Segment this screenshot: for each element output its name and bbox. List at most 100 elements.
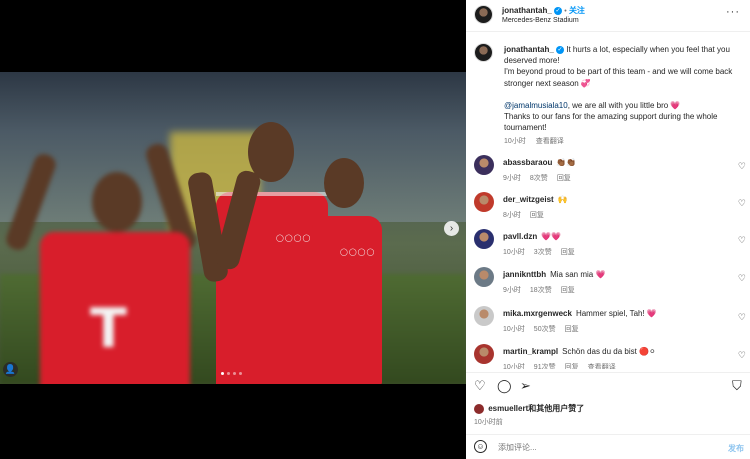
comment-line: pavll.dzn 💗💗 [503,232,561,241]
comment-time: 9小时 [503,287,521,294]
comment-time: 10小时 [503,249,525,256]
comment-like-heart-icon[interactable]: ♡ [738,312,746,323]
comment-likes-count[interactable]: 91次赞 [534,362,556,369]
caption-time: 10小时 [504,138,526,146]
comment-time: 10小时 [503,326,525,333]
carousel-next-button[interactable]: › [444,221,459,236]
comment-line: janniknttbh Mia san mia 💗 [503,270,605,279]
commenter-avatar[interactable] [474,267,494,287]
caption-line-2: I'm beyond proud to be part of this team… [504,67,733,88]
comment-composer: ☺ 发布 [466,434,750,459]
comment-line: abassbaraou 👏🏾👏🏾 [503,158,576,167]
comment-item: janniknttbh Mia san mia 💗 9小时 18次赞 回复 ♡ [466,267,750,305]
send-icon[interactable]: ➢ [520,379,531,393]
comment-likes-count[interactable]: 50次赞 [534,324,556,334]
verified-badge-icon: ✓ [556,45,565,54]
comment-like-heart-icon[interactable]: ♡ [738,235,746,246]
liker-username[interactable]: esmuellert [488,404,528,413]
caption-line-3: , we are all with you little bro 💗 [567,100,681,110]
carousel-dots [221,372,242,375]
comment-reply-button[interactable]: 回复 [561,247,575,257]
comment-item: der_witzgeist 🙌 8小时 回复 ♡ [466,192,750,230]
comment-item: mika.mxrgenweck Hammer spiel, Tah! 💗 10小时 5… [466,306,750,344]
comment-text: 💗💗 [541,232,562,241]
player-right: ◯◯◯◯ [302,158,392,384]
comment-text: 👏🏾👏🏾 [556,158,577,167]
carousel-dot[interactable] [239,372,242,375]
comment-meta: 8小时 回复 [503,210,544,220]
header-separator: • [564,8,567,15]
post-header: jonathantah_ ✓ • 关注 Mercedes-Benz Stadiu… [466,0,750,32]
commenter-avatar[interactable] [474,155,494,175]
bookmark-icon[interactable]: ⛉ [732,379,742,393]
follow-button[interactable]: 关注 [569,6,585,15]
commenter-avatar[interactable] [474,306,494,326]
comment-reply-button[interactable]: 回复 [561,285,575,295]
smiley-icon[interactable]: ☺ [474,440,487,453]
commenter-username[interactable]: abassbaraou [503,158,552,167]
comment-likes-count[interactable]: 3次赞 [534,247,552,257]
player-left: T [3,112,200,384]
more-options-icon[interactable]: ··· [726,6,740,18]
carousel-dot[interactable] [233,372,236,375]
comment-time: 10小时 [503,364,525,369]
comment-reply-button[interactable]: 回复 [565,324,579,334]
heart-outline-icon[interactable]: ♡ [474,379,486,393]
caption-line-4: Thanks to our fans for the amazing suppo… [504,112,718,133]
post-photo[interactable]: T ◯◯◯◯ ◯◯◯◯ [0,72,466,384]
comment-line: mika.mxrgenweck Hammer spiel, Tah! 💗 [503,309,657,318]
comment-item: pavll.dzn 💗💗 10小时 3次赞 回复 ♡ [466,229,750,267]
commenter-username[interactable]: pavll.dzn [503,232,537,241]
caption-username[interactable]: jonathantah_ [504,45,554,54]
tagged-users-button[interactable]: 👤 [3,362,18,377]
comment-reply-button[interactable]: 回复 [530,210,544,220]
comment-like-heart-icon[interactable]: ♡ [738,161,746,172]
commenter-username[interactable]: janniknttbh [503,270,546,279]
post-media-pane: T ◯◯◯◯ ◯◯◯◯ › 👤 [0,0,466,459]
comment-time: 8小时 [503,212,521,219]
comment-meta: 10小时 50次赞 回复 [503,324,579,334]
comment-meta: 10小时 91次赞 回复 查看翻译 [503,362,616,369]
carousel-dot[interactable] [227,372,230,375]
comment-meta: 10小时 3次赞 回复 [503,247,575,257]
commenter-avatar[interactable] [474,192,494,212]
comment-line: martin_krampl Schön das du da bist 🔴⚪ [503,347,656,356]
post-comment-button[interactable]: 发布 [728,443,744,454]
chevron-right-icon: › [449,223,454,234]
likes-summary[interactable]: esmuellert和其他用户赞了 [474,403,584,414]
post-details-pane: jonathantah_ ✓ • 关注 Mercedes-Benz Stadiu… [466,0,750,459]
comment-time: 9小时 [503,175,521,182]
commenter-username[interactable]: mika.mxrgenweck [503,309,572,318]
author-username[interactable]: jonathantah_ [502,6,552,15]
comment-text: 🙌 [557,195,568,204]
comment-likes-count[interactable]: 8次赞 [530,173,548,183]
comment-icon[interactable]: ◯ [497,379,512,393]
author-avatar[interactable] [474,5,493,24]
post-timestamp: 10小时前 [474,419,503,426]
caption-translate-link[interactable]: 查看翻译 [536,138,564,145]
post-location[interactable]: Mercedes-Benz Stadium [502,17,579,24]
comment-like-heart-icon[interactable]: ♡ [738,273,746,284]
comment-item: abassbaraou 👏🏾👏🏾 9小时 8次赞 回复 ♡ [466,155,750,193]
comments-scroll-area[interactable]: jonathantah_ ✓ It hurts a lot, especiall… [466,33,750,369]
caption-avatar[interactable] [474,43,493,62]
commenter-username[interactable]: der_witzgeist [503,195,554,204]
liker-avatar [474,403,484,414]
comment-likes-count[interactable]: 18次赞 [530,285,552,295]
comment-translate-link[interactable]: 查看翻译 [588,362,616,369]
comment-like-heart-icon[interactable]: ♡ [738,350,746,361]
comment-reply-button[interactable]: 回复 [565,362,579,369]
comment-text: Mia san mia 💗 [550,270,606,279]
caption-mention[interactable]: @jamalmusiala10 [504,101,568,110]
comment-input[interactable] [498,443,688,452]
comment-reply-button[interactable]: 回复 [557,173,571,183]
verified-badge-icon: ✓ [554,6,563,15]
comment-line: der_witzgeist 🙌 [503,195,568,204]
likes-summary-text: 和其他用户赞了 [528,404,585,413]
comment-like-heart-icon[interactable]: ♡ [738,198,746,209]
commenter-avatar[interactable] [474,344,494,364]
carousel-dot[interactable] [221,372,224,375]
commenter-username[interactable]: martin_krampl [503,347,558,356]
commenter-avatar[interactable] [474,229,494,249]
comment-text: Schön das du da bist 🔴⚪ [562,347,656,356]
